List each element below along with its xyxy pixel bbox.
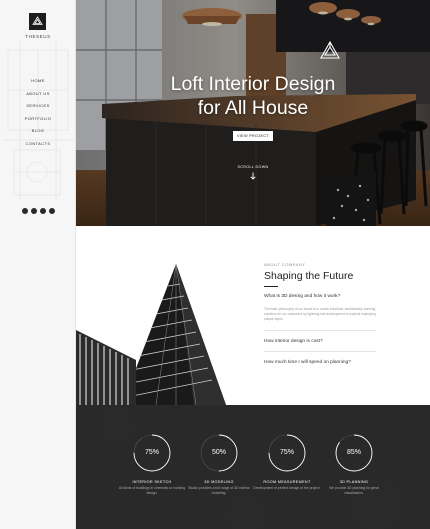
sidebar: THESEUS HOME ABOUT US SERVICES PORTFOLIO…	[0, 0, 76, 529]
stat-item-3d-planning: 85% 3D PLANNING We provide 3D planning f…	[319, 433, 389, 495]
stat-description: We provide 3D planning for great visuali…	[329, 486, 379, 495]
view-project-button[interactable]: VIEW PROJECT	[233, 131, 273, 141]
stat-percent: 50%	[211, 449, 226, 456]
stat-item-room-measurement: 75% ROOM MEASUREMENT Development of perf…	[252, 433, 322, 491]
skyscraper-image	[76, 263, 226, 405]
brand-name: THESEUS	[25, 34, 51, 39]
instagram-icon[interactable]	[48, 208, 55, 214]
hero-title-line-1: Loft Interior Design	[170, 73, 336, 95]
arrow-down-icon[interactable]	[249, 172, 257, 180]
stat-percent: 75%	[279, 449, 294, 456]
faq-question-1[interactable]: What is 3D desing and how it work?	[264, 292, 376, 301]
hero-title: Loft Interior Design for All House	[76, 72, 430, 120]
faq-question-3[interactable]: How much time I will spend on planning?	[264, 358, 376, 367]
heading-underline	[264, 286, 278, 287]
stats-section: 75% INTERIOR SKETCH All kinds of buildin…	[76, 405, 430, 529]
about-heading: Shaping the Future	[264, 270, 354, 282]
social-links	[0, 208, 75, 214]
stat-title: 3D MODELING	[204, 480, 234, 484]
about-eyebrow: ABOUT COMPANY	[264, 262, 306, 267]
hero-logo-icon	[320, 40, 340, 59]
progress-ring: 50%	[199, 433, 239, 473]
main-nav: HOME ABOUT US SERVICES PORTFOLIO BLOG CO…	[0, 78, 75, 154]
stat-item-interior-sketch: 75% INTERIOR SKETCH All kinds of buildin…	[117, 433, 187, 495]
stat-item-3d-modeling: 50% 3D MODELING Studio provides a full r…	[184, 433, 254, 495]
stat-title: 3D PLANNING	[339, 480, 369, 484]
nav-item-services[interactable]: SERVICES	[0, 103, 75, 116]
faq-accordion: What is 3D desing and how it work? The b…	[264, 292, 376, 367]
scroll-down-label: SCROLL DOWN	[237, 165, 269, 169]
stat-title: ROOM MEASUREMENT	[263, 480, 311, 484]
logo[interactable]	[29, 13, 46, 30]
progress-ring: 75%	[132, 433, 172, 473]
hero-section: Loft Interior Design for All House VIEW …	[76, 0, 430, 226]
stat-description: All kinds of buildings in cinematic or w…	[118, 486, 186, 495]
hero-title-line-2: for All House	[197, 97, 309, 119]
faq-answer-1: The basic philosophy of our studio is to…	[264, 307, 376, 331]
stat-title: INTERIOR SKETCH	[132, 480, 172, 484]
nav-item-contacts[interactable]: CONTACTS	[0, 141, 75, 154]
nav-item-portfolio[interactable]: PORTFOLIO	[0, 116, 75, 129]
stat-description: Development of perfect design of the pro…	[253, 486, 321, 490]
about-section: ABOUT COMPANY Shaping the Future What is…	[264, 262, 376, 367]
nav-item-about-us[interactable]: ABOUT US	[0, 91, 75, 104]
stat-percent: 85%	[346, 449, 361, 456]
nav-item-blog[interactable]: BLOG	[0, 128, 75, 141]
nav-item-home[interactable]: HOME	[0, 78, 75, 91]
stat-percent: 75%	[144, 449, 159, 456]
linkedin-icon[interactable]	[39, 208, 46, 214]
progress-ring: 85%	[334, 433, 374, 473]
progress-ring: 75%	[267, 433, 307, 473]
faq-question-2[interactable]: How interior design is cost?	[264, 337, 376, 352]
stat-description: Studio provides a full range of 3D inter…	[188, 486, 250, 495]
logo-icon	[32, 16, 43, 25]
twitter-icon[interactable]	[21, 208, 28, 214]
facebook-icon[interactable]	[30, 208, 37, 214]
